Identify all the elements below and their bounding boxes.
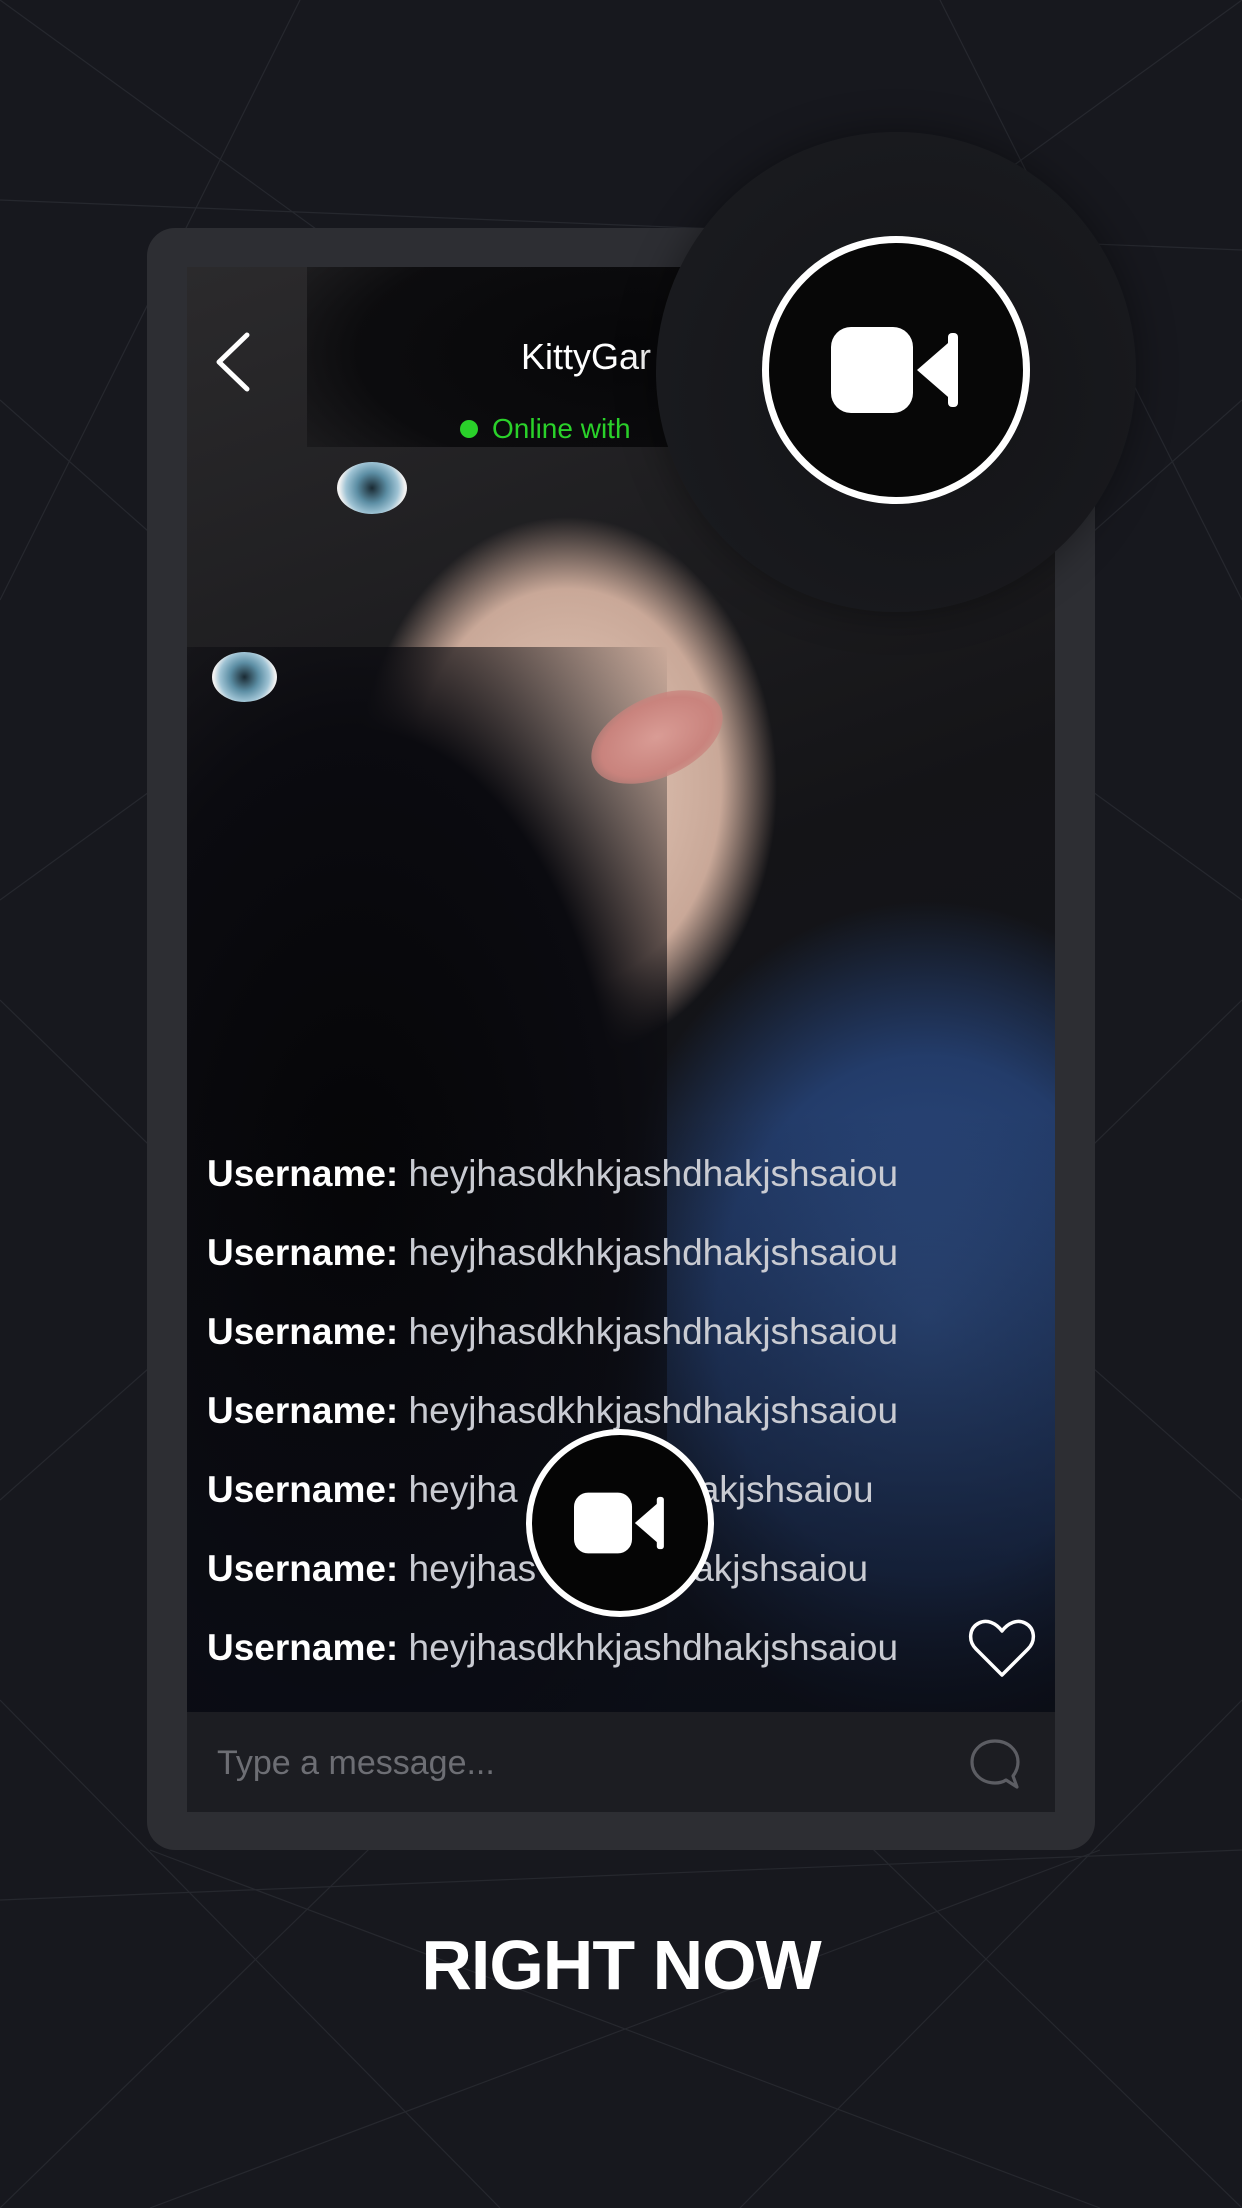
message-composer — [187, 1712, 1055, 1812]
chat-message-list: Username: heyjhasdkhkjashdhakjshsaiou Us… — [207, 1152, 898, 1705]
like-button[interactable] — [967, 1617, 1037, 1681]
video-camera-icon — [574, 1492, 664, 1554]
eye — [212, 652, 277, 702]
message-text: heyjhasdkhkjashdhakjshsaiou — [408, 1232, 899, 1273]
chat-message: Username: heyjhasdkhkjashdhakjshsaiou — [207, 1626, 898, 1705]
video-call-button[interactable] — [526, 1429, 714, 1617]
eye — [337, 462, 407, 514]
message-text: heyjhasdkhkjashdhakjshsaiou — [408, 1627, 899, 1668]
video-call-button-large[interactable] — [762, 236, 1030, 504]
message-text: heyjha — [408, 1469, 518, 1510]
chat-bubble-icon — [970, 1739, 1020, 1789]
video-camera-icon — [831, 327, 958, 413]
message-text: heyjhas — [408, 1548, 537, 1589]
heart-icon — [969, 1619, 1035, 1677]
message-username: Username: — [207, 1548, 399, 1589]
chat-message: Username: heyjhasdkhkjashdhakjshsaiou — [207, 1152, 898, 1231]
send-button[interactable] — [967, 1736, 1023, 1792]
online-status: Online with — [460, 413, 631, 445]
username-title: KittyGar — [521, 336, 652, 377]
back-button[interactable] — [207, 327, 267, 397]
message-username: Username: — [207, 1469, 399, 1510]
promo-headline: RIGHT NOW — [421, 1926, 821, 2004]
message-text: heyjhasdkhkjashdhakjshsaiou — [408, 1390, 899, 1431]
online-dot-icon — [460, 420, 478, 438]
message-input[interactable] — [215, 1740, 939, 1786]
message-username: Username: — [207, 1232, 399, 1273]
message-username: Username: — [207, 1311, 399, 1352]
chat-message: Username: heyjhasdkhkjashdhakjshsaiou — [207, 1231, 898, 1310]
message-text: heyjhasdkhkjashdhakjshsaiou — [408, 1153, 899, 1194]
chat-message: Username: heyjhasdkhkjashdhakjshsaiou — [207, 1310, 898, 1389]
online-status-text: Online with — [492, 413, 631, 444]
message-username: Username: — [207, 1153, 399, 1194]
message-text: heyjhasdkhkjashdhakjshsaiou — [408, 1311, 899, 1352]
chevron-left-icon — [216, 332, 250, 392]
message-username: Username: — [207, 1390, 399, 1431]
message-username: Username: — [207, 1627, 399, 1668]
